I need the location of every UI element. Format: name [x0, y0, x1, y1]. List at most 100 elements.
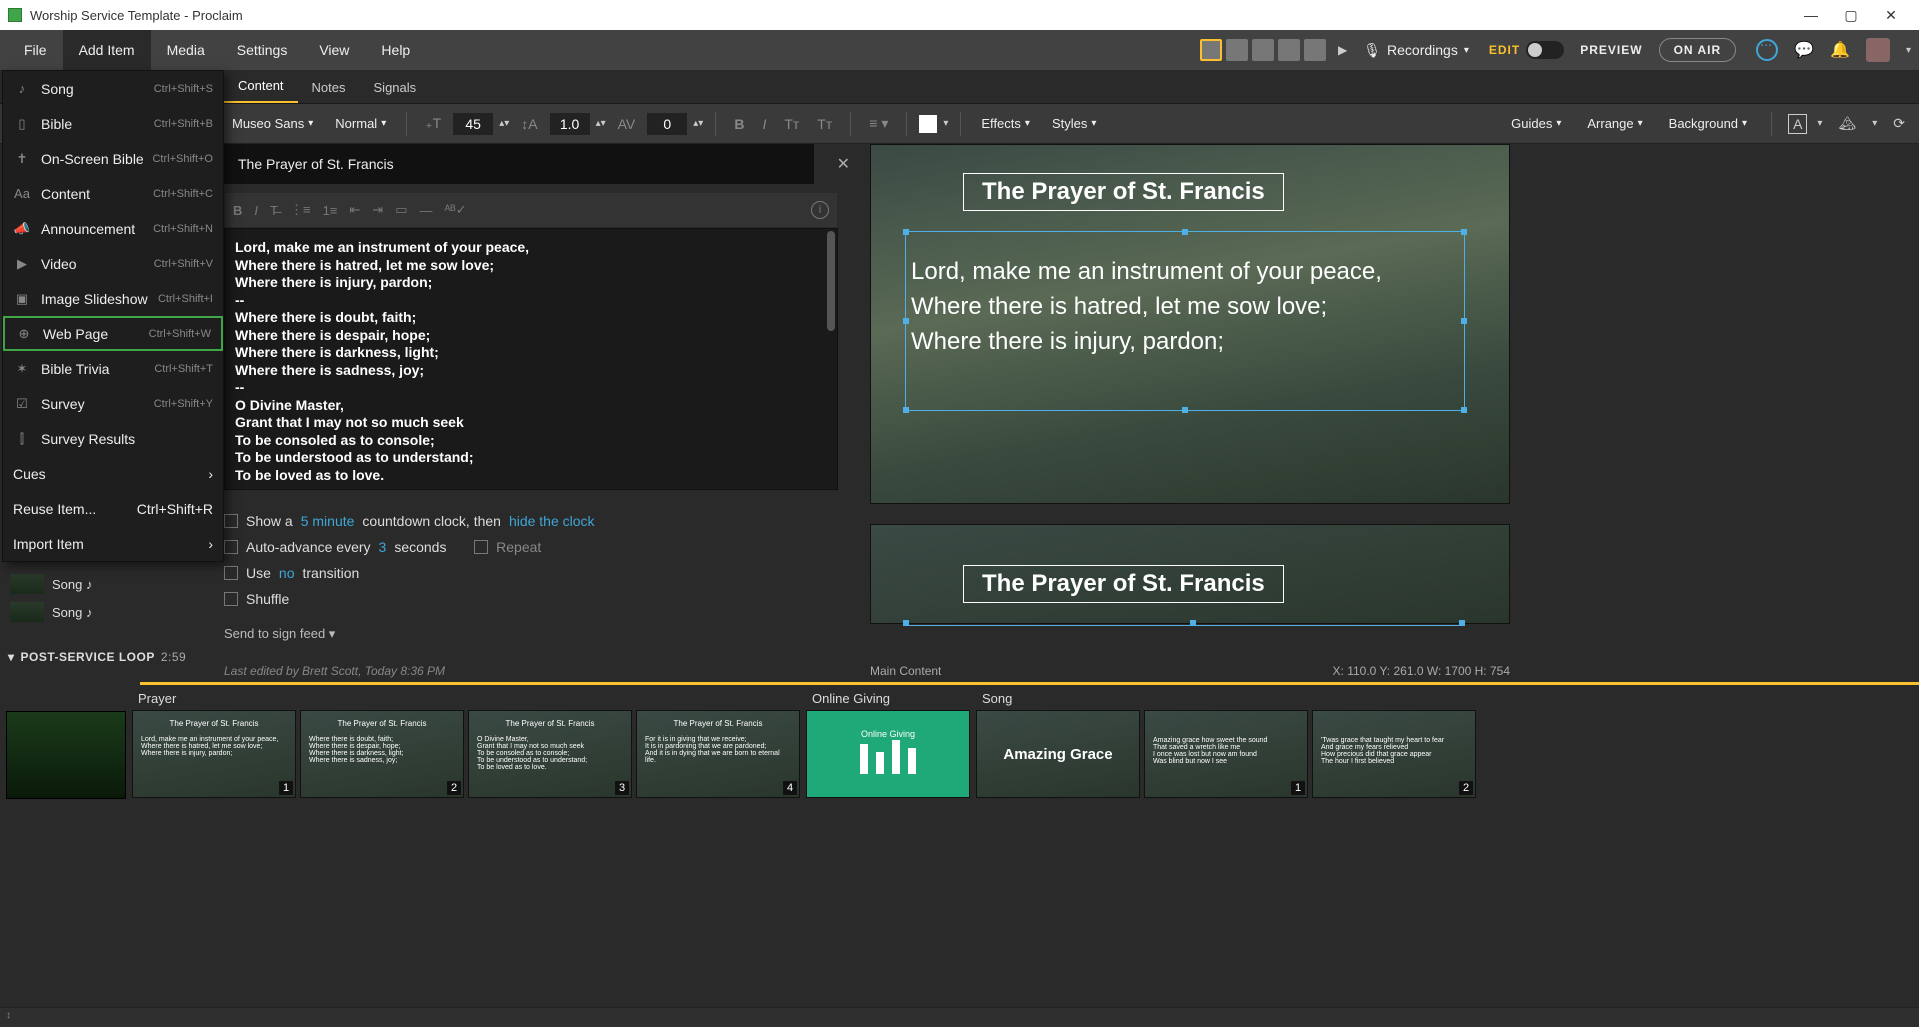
chevron-down-icon[interactable]: ▾	[1906, 45, 1911, 56]
text-box-tool[interactable]: A	[1788, 114, 1807, 134]
bell-icon[interactable]: 🔔	[1830, 40, 1850, 60]
close-icon[interactable]: ✕	[837, 154, 850, 174]
add-item-video[interactable]: ▶VideoCtrl+Shift+V	[3, 246, 223, 281]
slide-body-text[interactable]: Lord, make me an instrument of your peac…	[911, 255, 1471, 359]
thumbnail-slide[interactable]: The Prayer of St. FrancisLord, make me a…	[132, 710, 296, 798]
slide-title-box[interactable]: The Prayer of St. Francis	[963, 173, 1284, 211]
italic-button[interactable]: I	[756, 116, 772, 132]
thumbnail-preservice[interactable]	[6, 711, 126, 799]
menu-settings[interactable]: Settings	[221, 30, 304, 70]
font-size-input[interactable]: 45	[453, 113, 493, 135]
checkbox[interactable]	[224, 566, 238, 580]
auto-advance-option[interactable]: Auto-advance every 3 seconds Repeat	[224, 534, 838, 560]
info-icon[interactable]: i	[811, 201, 829, 219]
add-item-content[interactable]: AaContentCtrl+Shift+C	[3, 176, 223, 211]
mode-preview-label[interactable]: PREVIEW	[1580, 43, 1642, 57]
insert-break-button[interactable]: ▭	[395, 202, 407, 218]
checkbox[interactable]	[224, 540, 238, 554]
avatar[interactable]	[1278, 39, 1300, 61]
window-minimize-button[interactable]: —	[1791, 1, 1831, 29]
activity-icon[interactable]	[1756, 39, 1778, 61]
menu-view[interactable]: View	[303, 30, 365, 70]
font-family-select[interactable]: Museo Sans▾	[224, 112, 321, 135]
add-item-web-page[interactable]: ⊕Web PageCtrl+Shift+W	[3, 316, 223, 351]
indent-button[interactable]: ⇥	[372, 202, 383, 218]
align-button[interactable]: ≡ ▾	[863, 115, 894, 132]
slide-canvas-next[interactable]: The Prayer of St. Francis	[870, 524, 1510, 624]
chat-icon[interactable]: 💬	[1794, 40, 1814, 60]
background-menu[interactable]: Background▾	[1661, 112, 1755, 135]
import-item-submenu[interactable]: Import Item›	[3, 526, 223, 561]
color-swatch[interactable]	[919, 115, 937, 133]
line-height-input[interactable]: 1.0	[550, 113, 590, 135]
mode-toggle[interactable]	[1526, 41, 1564, 59]
on-air-button[interactable]: ON AIR	[1659, 38, 1737, 62]
tracking-input[interactable]: 0	[647, 113, 687, 135]
thumbnail-slide[interactable]: The Prayer of St. FrancisO Divine Master…	[468, 710, 632, 798]
add-item-survey[interactable]: ☑SurveyCtrl+Shift+Y	[3, 386, 223, 421]
add-item-announcement[interactable]: 📣AnnouncementCtrl+Shift+N	[3, 211, 223, 246]
menu-media[interactable]: Media	[151, 30, 221, 70]
auto-advance-value-link[interactable]: 3	[379, 539, 387, 555]
window-close-button[interactable]: ✕	[1871, 1, 1911, 29]
menu-add-item[interactable]: Add Item	[63, 30, 151, 70]
item-title-input[interactable]	[224, 144, 814, 184]
countdown-option[interactable]: Show a 5 minute countdown clock, then hi…	[224, 508, 838, 534]
cues-submenu[interactable]: Cues›	[3, 456, 223, 491]
sidebar-item-song[interactable]: Song ♪	[10, 598, 210, 626]
bullet-list-button[interactable]: ⋮≡	[290, 202, 311, 218]
bold-button[interactable]: B	[233, 203, 242, 218]
tab-signals[interactable]: Signals	[360, 72, 431, 103]
thumbnail-slide[interactable]: The Prayer of St. FrancisWhere there is …	[300, 710, 464, 798]
avatar[interactable]	[1226, 39, 1248, 61]
chevron-down-icon[interactable]: ▾	[943, 118, 948, 129]
presence-avatars[interactable]	[1200, 39, 1326, 61]
stepper-icon[interactable]: ▴▾	[499, 118, 509, 129]
effects-menu[interactable]: Effects▾	[973, 112, 1038, 135]
mode-edit-label[interactable]: EDIT	[1489, 43, 1520, 57]
add-item-song[interactable]: ♪SongCtrl+Shift+S	[3, 71, 223, 106]
hide-clock-link[interactable]: hide the clock	[509, 513, 595, 529]
collapse-icon[interactable]: ▾	[8, 650, 15, 664]
window-maximize-button[interactable]: ▢	[1831, 1, 1871, 29]
avatar[interactable]	[1304, 39, 1326, 61]
checkbox[interactable]	[224, 514, 238, 528]
tab-notes[interactable]: Notes	[298, 72, 360, 103]
chevron-down-icon[interactable]: ▾	[1872, 118, 1877, 129]
slide-title-box[interactable]: The Prayer of St. Francis	[963, 565, 1284, 603]
outdent-button[interactable]: ⇤	[349, 202, 360, 218]
shuffle-option[interactable]: Shuffle	[224, 586, 838, 612]
recordings-menu[interactable]: 🎙 Recordings ▾	[1363, 42, 1469, 59]
transition-option[interactable]: Use no transition	[224, 560, 838, 586]
guides-menu[interactable]: Guides▾	[1503, 112, 1569, 135]
insert-line-button[interactable]: —	[420, 203, 433, 218]
thumbnail-slide[interactable]: The Prayer of St. FrancisFor it is in gi…	[636, 710, 800, 798]
add-item-image-slideshow[interactable]: ▣Image SlideshowCtrl+Shift+I	[3, 281, 223, 316]
menu-help[interactable]: Help	[365, 30, 426, 70]
checkbox[interactable]	[224, 592, 238, 606]
stepper-icon[interactable]: ▴▾	[693, 118, 703, 129]
slide-canvas[interactable]: The Prayer of St. Francis Lord, make me …	[870, 144, 1510, 504]
add-item-bible[interactable]: ▯BibleCtrl+Shift+B	[3, 106, 223, 141]
small-caps-button[interactable]: Tᴛ	[811, 116, 838, 132]
transition-value-link[interactable]: no	[279, 565, 295, 581]
refresh-button[interactable]: ⟳	[1887, 115, 1911, 132]
italic-button[interactable]: I	[254, 203, 258, 218]
clear-format-button[interactable]: T̶	[270, 203, 278, 218]
section-header[interactable]: ▾ POST-SERVICE LOOP 2:59	[8, 650, 186, 664]
bold-button[interactable]: B	[728, 116, 750, 132]
image-tool[interactable]: 🏔	[1832, 115, 1862, 132]
add-item-on-screen-bible[interactable]: ✝On-Screen BibleCtrl+Shift+O	[3, 141, 223, 176]
tab-content[interactable]: Content	[224, 70, 298, 103]
checkbox[interactable]	[474, 540, 488, 554]
menu-file[interactable]: File	[8, 30, 63, 70]
add-item-bible-trivia[interactable]: ✶Bible TriviaCtrl+Shift+T	[3, 351, 223, 386]
spellcheck-button[interactable]: ᴬᴮ✓	[445, 202, 467, 218]
stepper-icon[interactable]: ▴▾	[596, 118, 606, 129]
thumbnail-slide[interactable]: 'Twas grace that taught my heart to fear…	[1312, 710, 1476, 798]
add-item-survey-results[interactable]: ⫿Survey Results	[3, 421, 223, 456]
avatar[interactable]	[1200, 39, 1222, 61]
current-user-avatar[interactable]	[1866, 38, 1890, 62]
thumbnail-song-title[interactable]: Amazing Grace	[976, 710, 1140, 798]
font-weight-select[interactable]: Normal▾	[327, 112, 394, 135]
